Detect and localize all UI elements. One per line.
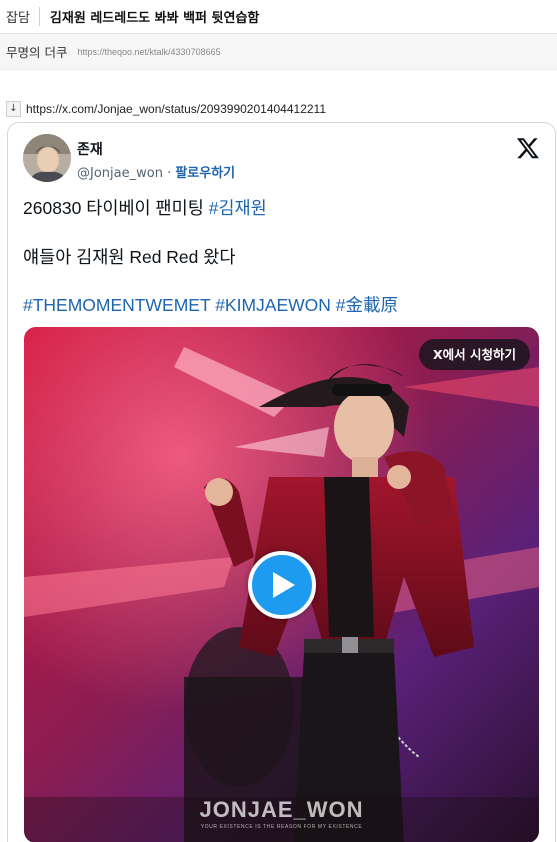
tweet-author-handle[interactable]: @Jonjae_won (77, 166, 163, 181)
post-title-bar: 잡담 김재원 레드레드도 봐봐 백퍼 뒷연습함 (0, 0, 557, 34)
play-icon (273, 572, 295, 598)
hashtag-link[interactable]: #KIMJAEWON (215, 295, 331, 315)
x-logo-icon[interactable] (516, 136, 540, 160)
tweet-hashtags: #THEMOMENTWEMET #KIMJAEWON #金載原 (23, 292, 398, 317)
embed-source-link: ↓ https://x.com/Jonjae_won/status/209399… (6, 101, 326, 117)
hashtag-link[interactable]: #김재원 (209, 198, 267, 218)
post-permalink[interactable]: https://theqoo.net/ktalk/4330708665 (77, 47, 220, 57)
tweet-embed-card: 존재 @Jonjae_won · 팔로우하기 260830 타이베이 팬미팅 #… (7, 122, 556, 842)
post-title: 김재원 레드레드도 봐봐 백퍼 뒷연습함 (49, 11, 260, 26)
watch-on-x-button[interactable]: X에서 시청하기 (419, 339, 530, 370)
hashtag-link[interactable]: #金載原 (336, 295, 398, 315)
post-category[interactable]: 잡담 (6, 7, 40, 26)
avatar[interactable] (23, 134, 71, 182)
play-button[interactable] (248, 551, 316, 619)
video-thumbnail[interactable]: X에서 시청하기 JONJAE_WON YOUR EXISTENCE IS TH… (24, 327, 539, 842)
tweet-text-line-2: 얘들아 김재원 Red Red 왔다 (23, 247, 236, 267)
down-arrow-icon[interactable]: ↓ (6, 101, 21, 117)
post-author: 무명의 더쿠 (6, 45, 68, 60)
video-watermark: JONJAE_WON (199, 797, 364, 822)
hashtag-link[interactable]: #THEMOMENTWEMET (23, 295, 210, 315)
tweet-author-name[interactable]: 존재 (77, 139, 103, 159)
handle-separator: · (162, 166, 176, 181)
tweet-text: 260830 타이베이 팬미팅 (23, 198, 209, 218)
source-url-link[interactable]: https://x.com/Jonjae_won/status/20939902… (26, 102, 326, 116)
tweet-author-line: @Jonjae_won · 팔로우하기 (77, 162, 235, 181)
video-watermark-subtitle: YOUR EXISTENCE IS THE REASON FOR MY EXIS… (200, 824, 363, 830)
tweet-text-line-1: 260830 타이베이 팬미팅 #김재원 (23, 195, 267, 220)
post-meta-bar: 무명의 더쿠 https://theqoo.net/ktalk/43307086… (0, 34, 557, 70)
follow-link[interactable]: 팔로우하기 (175, 166, 235, 181)
